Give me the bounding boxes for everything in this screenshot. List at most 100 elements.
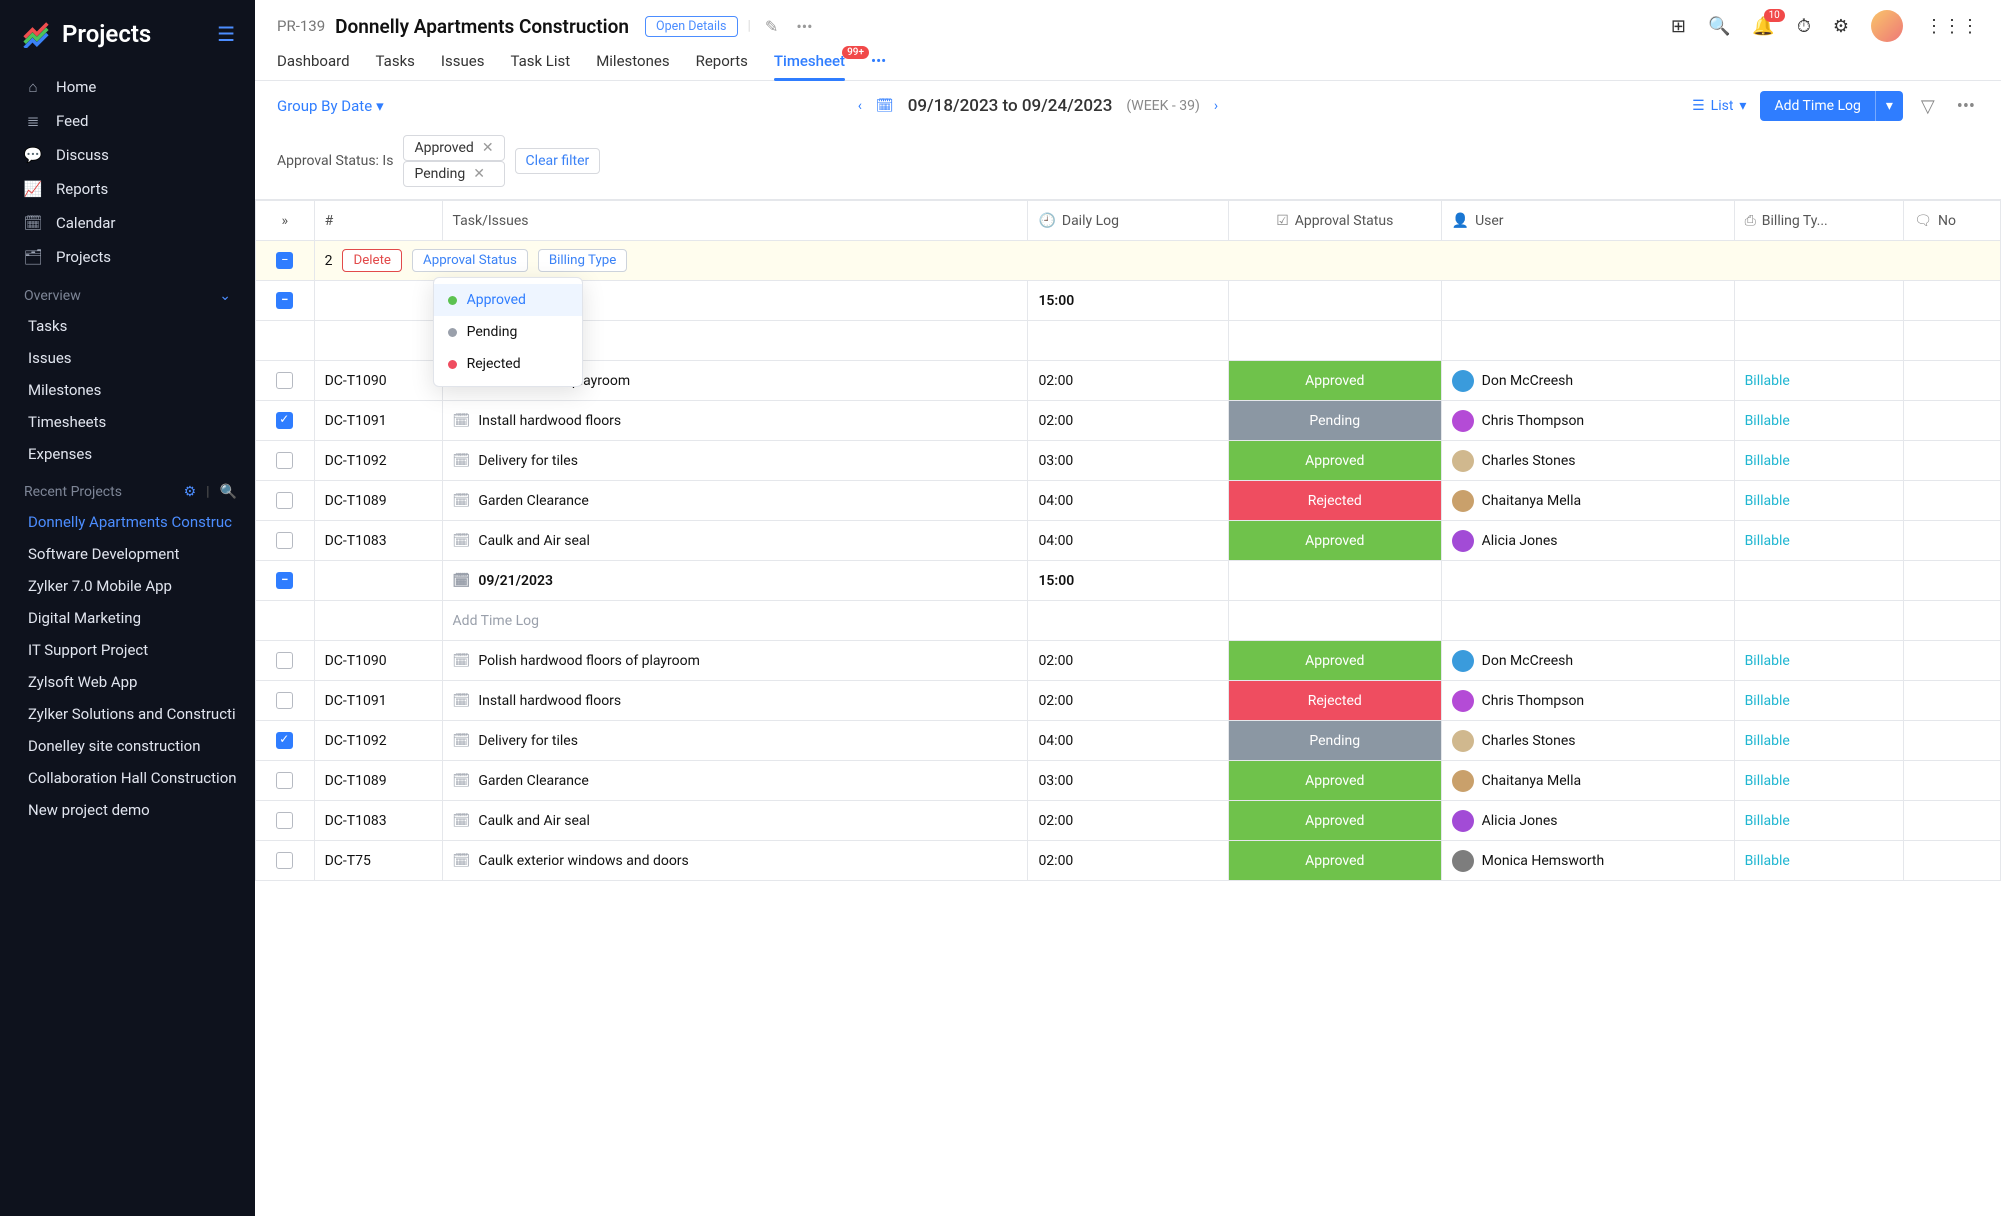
add-time-log-button[interactable]: Add Time Log ▾ — [1760, 91, 1902, 121]
approval-status-button[interactable]: Approval Status — [412, 249, 528, 272]
tab-timesheet[interactable]: Timesheet99+ — [774, 52, 845, 80]
apps-grid-icon[interactable]: ⋮⋮⋮ — [1925, 16, 1979, 37]
clear-filter-button[interactable]: Clear filter — [515, 148, 601, 174]
overview-item-expenses[interactable]: Expenses — [0, 438, 255, 470]
recent-project-item[interactable]: Collaboration Hall Construction — [0, 762, 255, 794]
recent-project-item[interactable]: IT Support Project — [0, 634, 255, 666]
row-approval-status[interactable]: Approved — [1229, 801, 1441, 840]
chip-remove-icon[interactable]: ✕ — [482, 140, 494, 156]
row-approval-status[interactable]: Approved — [1229, 641, 1441, 680]
row-user[interactable]: Don McCreesh — [1482, 653, 1573, 669]
recent-project-item[interactable]: Zylker 7.0 Mobile App — [0, 570, 255, 602]
row-checkbox[interactable] — [276, 532, 293, 549]
row-user[interactable]: Alicia Jones — [1482, 813, 1558, 829]
row-task-name[interactable]: Install hardwood floors — [478, 413, 621, 429]
row-task-name[interactable]: Garden Clearance — [478, 773, 588, 789]
row-task-name[interactable]: Polish hardwood floors of playroom — [478, 653, 700, 669]
row-approval-status[interactable]: Approved — [1229, 521, 1441, 560]
row-billing-type[interactable]: Billable — [1745, 693, 1790, 709]
nav-item-discuss[interactable]: 💬Discuss — [0, 138, 255, 172]
edit-icon[interactable]: ✎ — [761, 17, 782, 36]
selection-toggle-icon[interactable]: − — [276, 252, 293, 269]
column-user[interactable]: 👤User — [1441, 201, 1734, 241]
row-task-name[interactable]: Caulk and Air seal — [478, 813, 590, 829]
recent-settings-icon[interactable]: ⚙ — [184, 484, 197, 500]
column-billing[interactable]: ⎙Billing Ty... — [1734, 201, 1904, 241]
filter-chip[interactable]: Pending✕ — [403, 161, 504, 187]
add-time-log-row[interactable]: Add Time Log — [256, 601, 2001, 641]
group-toggle-icon[interactable]: − — [276, 572, 293, 589]
tab-dashboard[interactable]: Dashboard — [277, 52, 350, 80]
calendar-icon[interactable]: 🗓 — [876, 98, 894, 114]
overview-item-issues[interactable]: Issues — [0, 342, 255, 374]
tabs-more-icon[interactable]: ••• — [871, 52, 886, 80]
row-user[interactable]: Chaitanya Mella — [1482, 773, 1581, 789]
tab-tasks[interactable]: Tasks — [376, 52, 415, 80]
expand-all-header[interactable]: » — [256, 201, 315, 241]
more-toolbar-icon[interactable]: ••• — [1953, 96, 1979, 117]
row-checkbox[interactable] — [276, 812, 293, 829]
row-task-name[interactable]: Install hardwood floors — [478, 693, 621, 709]
filter-chip[interactable]: Approved✕ — [403, 135, 504, 161]
row-user[interactable]: Charles Stones — [1482, 733, 1576, 749]
row-checkbox[interactable] — [276, 692, 293, 709]
row-approval-status[interactable]: Pending — [1229, 401, 1441, 440]
row-user[interactable]: Chris Thompson — [1482, 413, 1585, 429]
row-user[interactable]: Monica Hemsworth — [1482, 853, 1605, 869]
nav-item-feed[interactable]: ≣Feed — [0, 104, 255, 138]
row-user[interactable]: Charles Stones — [1482, 453, 1576, 469]
row-approval-status[interactable]: Rejected — [1229, 481, 1441, 520]
row-task-name[interactable]: Delivery for tiles — [478, 453, 578, 469]
recent-project-item[interactable]: Donnelly Apartments Construc — [0, 506, 255, 538]
row-task-name[interactable]: Caulk and Air seal — [478, 533, 590, 549]
nav-item-reports[interactable]: 📈Reports — [0, 172, 255, 206]
row-checkbox[interactable] — [276, 372, 293, 389]
add-time-log-dropdown-icon[interactable]: ▾ — [1875, 91, 1903, 121]
row-approval-status[interactable]: Rejected — [1229, 681, 1441, 720]
row-billing-type[interactable]: Billable — [1745, 773, 1790, 789]
user-avatar[interactable] — [1871, 10, 1903, 42]
approval-option-approved[interactable]: Approved — [434, 284, 582, 316]
row-billing-type[interactable]: Billable — [1745, 653, 1790, 669]
row-checkbox[interactable] — [276, 852, 293, 869]
row-billing-type[interactable]: Billable — [1745, 733, 1790, 749]
row-task-name[interactable]: Garden Clearance — [478, 493, 588, 509]
row-approval-status[interactable]: Approved — [1229, 841, 1441, 880]
row-billing-type[interactable]: Billable — [1745, 853, 1790, 869]
recent-search-icon[interactable]: 🔍 — [220, 484, 237, 500]
row-user[interactable]: Alicia Jones — [1482, 533, 1558, 549]
row-checkbox[interactable] — [276, 452, 293, 469]
row-billing-type[interactable]: Billable — [1745, 373, 1790, 389]
tab-reports[interactable]: Reports — [696, 52, 748, 80]
view-list-dropdown[interactable]: ☰List ▾ — [1692, 98, 1746, 114]
row-user[interactable]: Chaitanya Mella — [1482, 493, 1581, 509]
row-user[interactable]: Don McCreesh — [1482, 373, 1573, 389]
row-checkbox[interactable] — [276, 652, 293, 669]
row-task-name[interactable]: Caulk exterior windows and doors — [478, 853, 688, 869]
more-icon[interactable]: ••• — [792, 17, 816, 36]
prev-week-icon[interactable]: ‹ — [858, 98, 862, 114]
overview-item-timesheets[interactable]: Timesheets — [0, 406, 255, 438]
row-checkbox[interactable] — [276, 492, 293, 509]
column-daily-log[interactable]: 🕘Daily Log — [1028, 201, 1228, 241]
group-toggle-icon[interactable]: − — [276, 292, 293, 309]
tab-task-list[interactable]: Task List — [510, 52, 570, 80]
nav-item-calendar[interactable]: 🗓Calendar — [0, 206, 255, 240]
recent-project-item[interactable]: New project demo — [0, 794, 255, 826]
nav-item-home[interactable]: ⌂Home — [0, 70, 255, 104]
recent-project-item[interactable]: Zylker Solutions and Constructi — [0, 698, 255, 730]
overview-item-tasks[interactable]: Tasks — [0, 310, 255, 342]
approval-option-pending[interactable]: Pending — [434, 316, 582, 348]
next-week-icon[interactable]: › — [1214, 98, 1218, 114]
recent-project-item[interactable]: Donelley site construction — [0, 730, 255, 762]
nav-item-projects[interactable]: 🗂Projects — [0, 240, 255, 274]
timer-icon[interactable]: ⏱ — [1797, 16, 1811, 37]
row-approval-status[interactable]: Pending — [1229, 721, 1441, 760]
tab-issues[interactable]: Issues — [441, 52, 485, 80]
column-approval[interactable]: ☑Approval Status — [1228, 201, 1441, 241]
row-checkbox[interactable] — [276, 412, 293, 429]
row-approval-status[interactable]: Approved — [1229, 361, 1441, 400]
row-billing-type[interactable]: Billable — [1745, 453, 1790, 469]
recent-project-item[interactable]: Zylsoft Web App — [0, 666, 255, 698]
row-billing-type[interactable]: Billable — [1745, 533, 1790, 549]
